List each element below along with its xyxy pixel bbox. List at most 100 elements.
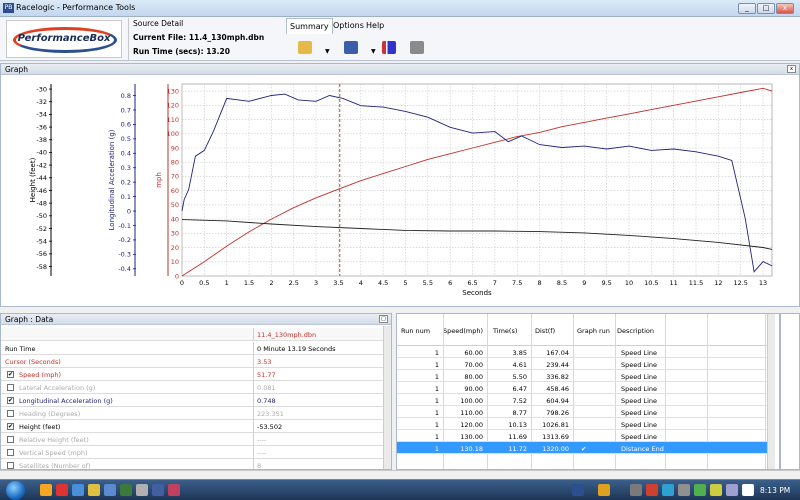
checkbox[interactable] bbox=[7, 436, 14, 443]
data-row[interactable]: ✔ Speed (mph) 51.77 bbox=[1, 368, 385, 381]
firefox-icon[interactable] bbox=[40, 484, 52, 496]
accel-tick-label: -0.4 bbox=[118, 265, 131, 273]
run-table-cell: 110.00 bbox=[460, 409, 483, 417]
data-row[interactable]: Relative Height (feet) ---- bbox=[1, 433, 385, 446]
column-header[interactable]: Time(s) bbox=[493, 327, 517, 335]
data-row[interactable]: Satellites (Number of) 8 bbox=[1, 459, 385, 469]
x-tick-label: 10 bbox=[625, 279, 633, 287]
run-table-row[interactable] bbox=[397, 382, 767, 394]
app-icon-2[interactable] bbox=[120, 484, 132, 496]
height-tick-label: -42 bbox=[36, 161, 47, 169]
save-icon[interactable] bbox=[344, 41, 358, 54]
maximize-button[interactable]: □ bbox=[757, 3, 775, 14]
checkbox[interactable] bbox=[7, 384, 14, 391]
data-row-label: Relative Height (feet) bbox=[19, 436, 89, 444]
start-button[interactable] bbox=[6, 481, 25, 500]
ie-icon[interactable] bbox=[72, 484, 84, 496]
x-tick-label: 6 bbox=[448, 279, 452, 287]
tray-icon-3[interactable] bbox=[646, 484, 658, 496]
folder-icon[interactable] bbox=[88, 484, 100, 496]
open-folder-icon[interactable] bbox=[298, 41, 312, 54]
file-header: 11.4_130mph.dbn bbox=[257, 331, 317, 339]
chevron-down-icon[interactable]: ▼ bbox=[371, 48, 376, 55]
tray-icon-8[interactable] bbox=[726, 484, 738, 496]
column-header[interactable]: Description bbox=[617, 327, 654, 335]
app-icon: PB bbox=[3, 3, 14, 13]
plot-area bbox=[181, 83, 773, 277]
menu-options[interactable]: Options bbox=[330, 18, 367, 34]
app-icon-1[interactable] bbox=[104, 484, 116, 496]
height-tick-label: -46 bbox=[36, 187, 47, 195]
clock: 8:13 PM bbox=[760, 486, 791, 495]
checkbox[interactable]: ✔ bbox=[7, 423, 14, 430]
height-axis-label: Height (feet) bbox=[29, 157, 37, 202]
data-row[interactable]: Lateral Acceleration (g) 0.081 bbox=[1, 381, 385, 394]
run-table-row[interactable] bbox=[397, 370, 767, 382]
graph-icon[interactable] bbox=[382, 41, 396, 54]
tray-icon-6[interactable] bbox=[694, 484, 706, 496]
checkbox[interactable] bbox=[7, 410, 14, 417]
run-table-row[interactable] bbox=[397, 430, 767, 442]
tools-icon[interactable] bbox=[410, 41, 424, 54]
graph-chart[interactable]: 0 0.5 1 1.5 2 2.5 3 3.5 4 4.5 5 5.5 6 6.5 7 7.5 8 8.5 9 9.5… bbox=[1, 76, 799, 307]
tray-icon-1[interactable] bbox=[598, 484, 610, 496]
close-icon[interactable]: x bbox=[787, 65, 796, 73]
app-icon-3[interactable] bbox=[136, 484, 148, 496]
run-table-row[interactable] bbox=[397, 406, 767, 418]
data-row[interactable]: Heading (Degrees) 223.351 bbox=[1, 407, 385, 420]
run-table-row[interactable] bbox=[397, 346, 767, 358]
app-icon-4[interactable] bbox=[152, 484, 164, 496]
run-scrollbar[interactable] bbox=[767, 314, 775, 469]
graph-panel: Graph x 0 0.5 1 1.5 2 2.5 3 3.5 4 4.5 5 5.5 6 6.5 7 7.5 8… bbox=[0, 63, 800, 307]
data-row[interactable]: Cursor (Seconds) 3.53 bbox=[1, 355, 385, 368]
pin-icon[interactable]: □ bbox=[379, 315, 388, 323]
run-table-cell: Speed Line bbox=[621, 433, 657, 441]
run-table-cell: 1 bbox=[434, 445, 439, 453]
x-tick-label: 5 bbox=[403, 279, 407, 287]
data-row[interactable]: ✔ Longitudinal Acceleration (g) 0.748 bbox=[1, 394, 385, 407]
run-table-cell: 80.00 bbox=[464, 373, 483, 381]
data-scrollbar[interactable] bbox=[383, 326, 391, 469]
data-row-label: Height (feet) bbox=[19, 423, 61, 431]
minimize-button[interactable]: _ bbox=[738, 3, 756, 14]
performancebox-taskbar-icon[interactable] bbox=[572, 484, 584, 496]
x-tick-label: 8.5 bbox=[557, 279, 567, 287]
data-row[interactable]: Vertical Speed (mph) ---- bbox=[1, 446, 385, 459]
height-tick-label: -58 bbox=[36, 263, 47, 271]
column-header[interactable]: Graph run bbox=[577, 327, 610, 335]
data-row[interactable]: Run Time 0 Minute 13.19 Seconds bbox=[1, 342, 385, 355]
checkbox[interactable]: ✔ bbox=[7, 397, 14, 404]
run-table-cell: 1 bbox=[434, 409, 439, 417]
x-tick-label: 4.5 bbox=[378, 279, 388, 287]
run-table-row[interactable] bbox=[397, 394, 767, 406]
checkbox[interactable] bbox=[7, 462, 14, 469]
app-icon-5[interactable] bbox=[168, 484, 180, 496]
column-header[interactable]: Dist(f) bbox=[535, 327, 555, 335]
graph-data-panel: Graph : Data □ 11.4_130mph.dbn Run Time 0 … bbox=[0, 313, 392, 470]
height-tick-label: -48 bbox=[36, 199, 47, 207]
source-detail: Source Detail Current File: 11.4_130mph.… bbox=[128, 18, 284, 60]
tray-icon-4[interactable] bbox=[662, 484, 674, 496]
menu-summary[interactable]: Summary bbox=[286, 18, 333, 34]
data-row[interactable]: ✔ Height (feet) -53.502 bbox=[1, 420, 385, 433]
data-row-label: Vertical Speed (mph) bbox=[19, 449, 88, 457]
run-table-cell: 6.47 bbox=[512, 385, 527, 393]
opera-icon[interactable] bbox=[56, 484, 68, 496]
tray-icon-5[interactable] bbox=[678, 484, 690, 496]
accel-tick-label: -0.2 bbox=[118, 236, 131, 244]
run-table-cell: 100.00 bbox=[460, 397, 483, 405]
volume-icon[interactable] bbox=[742, 484, 754, 496]
run-table-row[interactable] bbox=[397, 418, 767, 430]
run-table-row[interactable] bbox=[397, 358, 767, 370]
checkbox[interactable] bbox=[7, 449, 14, 456]
tray-icon-2[interactable] bbox=[630, 484, 642, 496]
tray-icon-7[interactable] bbox=[710, 484, 722, 496]
run-table-cell: 130.18 bbox=[460, 445, 483, 453]
menu-help[interactable]: Help bbox=[363, 18, 387, 34]
checkbox[interactable]: ✔ bbox=[7, 371, 14, 378]
close-button[interactable]: x bbox=[776, 3, 794, 14]
height-tick-label: -38 bbox=[36, 136, 47, 144]
chevron-down-icon[interactable]: ▼ bbox=[325, 48, 330, 55]
column-header[interactable]: Run num bbox=[401, 327, 430, 335]
column-header[interactable]: Speed(mph) bbox=[443, 327, 483, 335]
